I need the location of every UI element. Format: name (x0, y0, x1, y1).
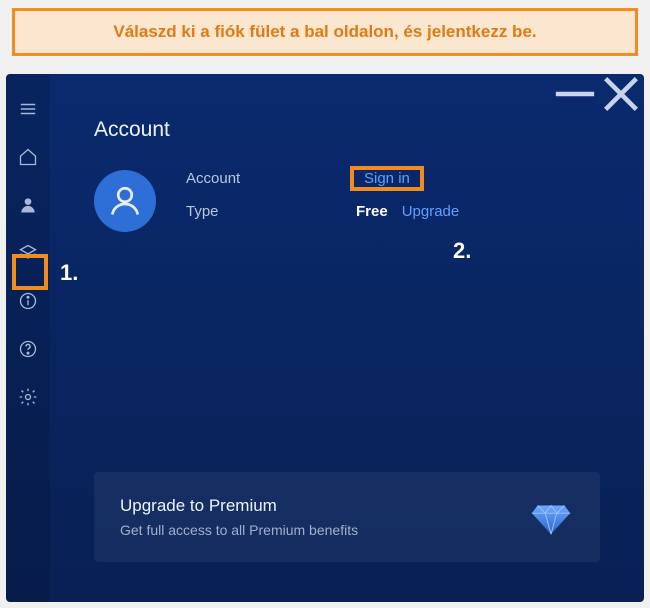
home-icon (18, 147, 38, 167)
signin-link[interactable]: Sign in (356, 166, 418, 191)
gear-icon (18, 387, 38, 407)
premium-title: Upgrade to Premium (120, 496, 358, 516)
sidebar (6, 74, 50, 602)
close-button[interactable] (598, 74, 644, 114)
app-window: 1. 2. Account Account Sign in Type Free … (6, 74, 644, 602)
account-fields: Account Sign in Type Free Upgrade (186, 170, 459, 220)
minimize-icon (552, 74, 598, 117)
sidebar-item-home[interactable] (6, 140, 50, 174)
main-content: Account Account Sign in Type Free Upgrad… (50, 74, 644, 602)
titlebar (552, 74, 644, 114)
info-icon (18, 291, 38, 311)
page-title: Account (94, 118, 600, 142)
premium-upsell-card[interactable]: Upgrade to Premium Get full access to al… (94, 472, 600, 562)
sidebar-item-account[interactable] (6, 188, 50, 222)
upgrade-link[interactable]: Upgrade (402, 203, 460, 220)
account-field-label: Account (186, 170, 306, 187)
instruction-text: Válaszd ki a fiók fület a bal oldalon, é… (113, 22, 536, 42)
sidebar-item-settings[interactable] (6, 380, 50, 414)
premium-text: Upgrade to Premium Get full access to al… (120, 496, 358, 538)
type-value-row: Free Upgrade (356, 203, 459, 220)
type-value: Free (356, 203, 388, 220)
avatar (94, 170, 156, 232)
account-info-row: Account Sign in Type Free Upgrade (94, 170, 600, 232)
avatar-person-icon (107, 183, 143, 219)
person-icon (18, 195, 38, 215)
type-field-label: Type (186, 203, 306, 220)
sidebar-item-layers[interactable] (6, 236, 50, 270)
help-icon (18, 339, 38, 359)
sidebar-item-help[interactable] (6, 332, 50, 366)
premium-subtitle: Get full access to all Premium benefits (120, 522, 358, 538)
hamburger-icon (19, 100, 37, 118)
sidebar-item-info[interactable] (6, 284, 50, 318)
sidebar-item-menu[interactable] (6, 92, 50, 126)
minimize-button[interactable] (552, 74, 598, 114)
diamond-icon (528, 494, 574, 540)
step-2-label: 2. (453, 238, 471, 264)
close-icon (598, 74, 644, 117)
instruction-banner: Válaszd ki a fiók fület a bal oldalon, é… (12, 8, 638, 56)
step-1-label: 1. (60, 260, 78, 286)
layers-icon (18, 243, 38, 263)
